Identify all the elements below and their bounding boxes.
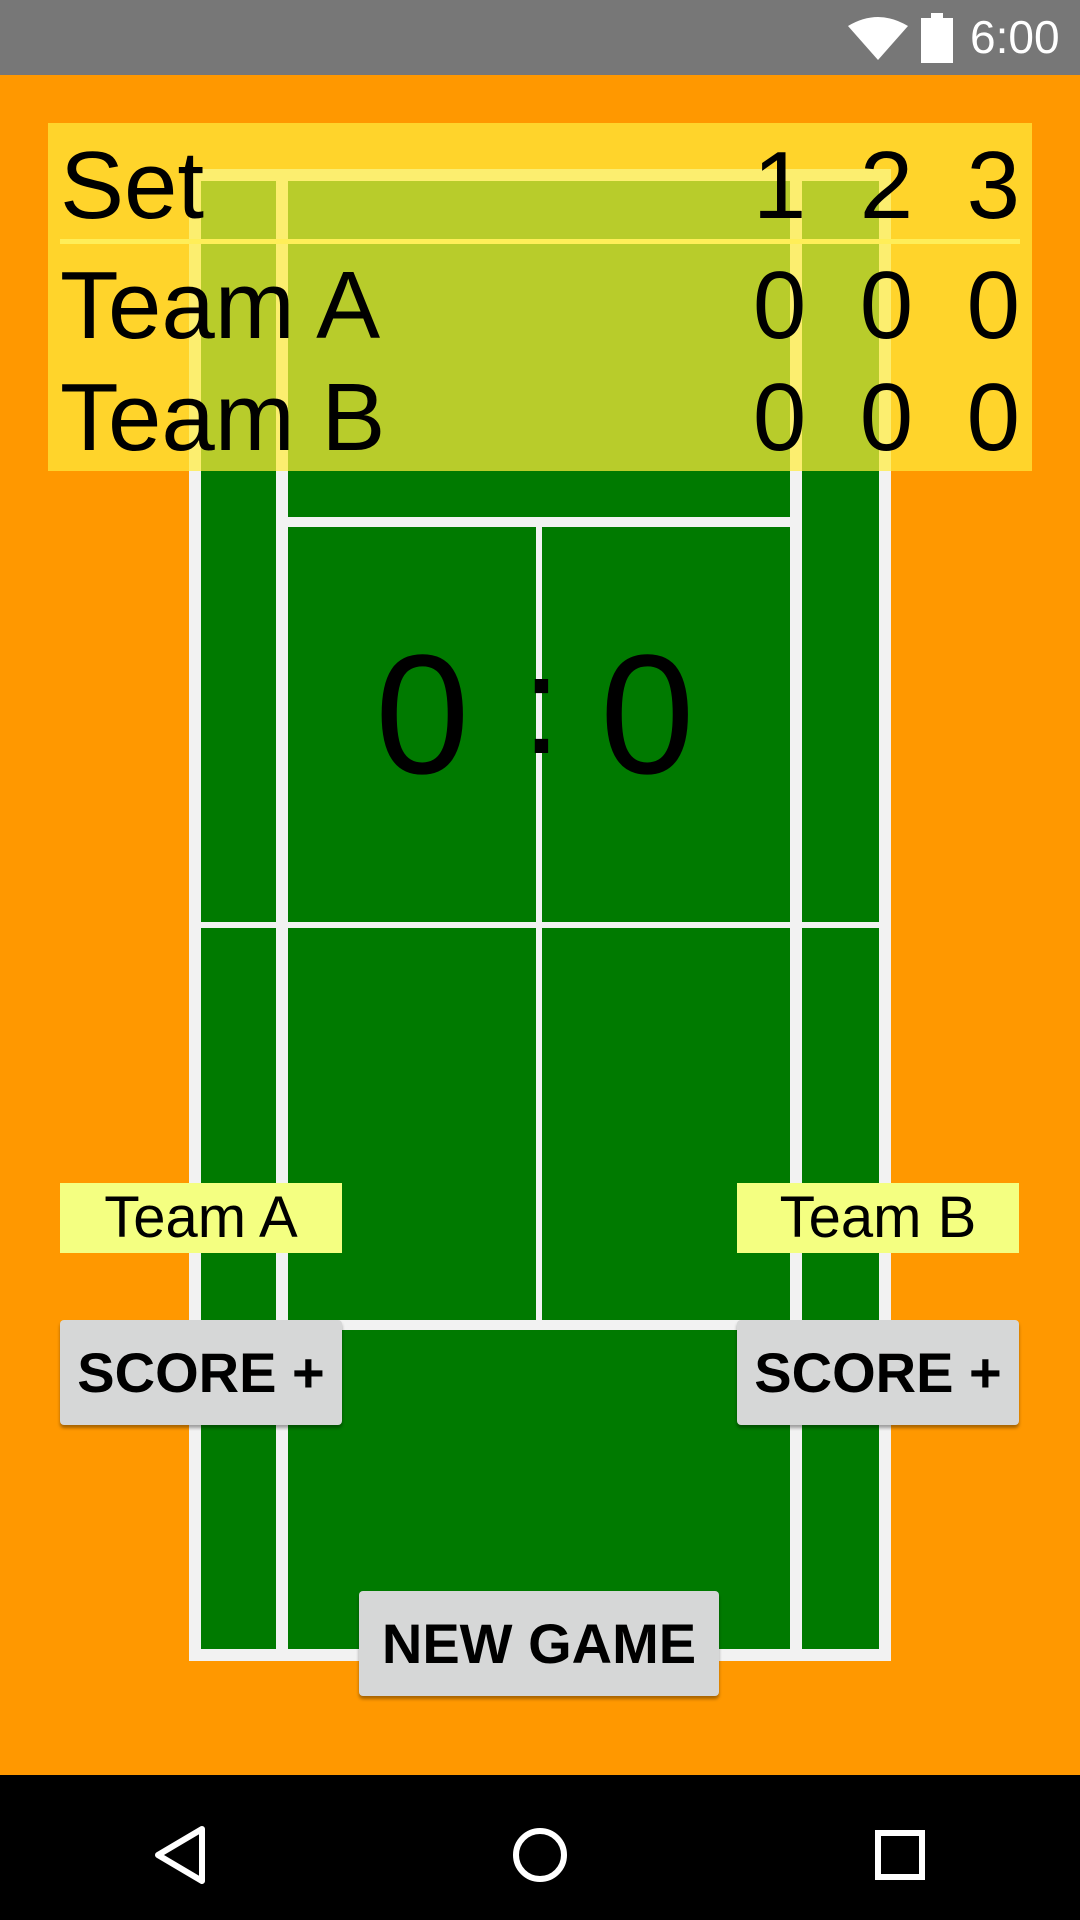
team-a-label: Team A: [60, 1183, 342, 1253]
team-a-set-2: 0: [859, 252, 914, 359]
team-b-label: Team B: [737, 1183, 1019, 1253]
scoreboard-row-team-a: Team A 0 0 0: [60, 251, 1020, 361]
game-score: 0 : 0: [360, 620, 720, 810]
team-b-set-3: 0: [966, 364, 1020, 471]
app-content: Set 1 2 3 Team A 0 0 0 Team B 0 0 0 0: …: [0, 75, 1080, 1775]
team-b-set-2: 0: [859, 364, 914, 471]
team-a-score-button[interactable]: SCORE +: [60, 1320, 342, 1425]
navigation-bar: [0, 1775, 1080, 1920]
set-number-1: 1: [752, 132, 807, 239]
team-b-set-1: 0: [752, 364, 807, 471]
set-numbers: 1 2 3: [731, 131, 1020, 241]
set-number-2: 2: [859, 132, 914, 239]
team-a-set-3: 0: [966, 252, 1020, 359]
scoreboard-header: Set 1 2 3: [60, 131, 1020, 241]
team-b-sets: 0 0 0: [731, 363, 1020, 473]
clock: 6:00: [970, 11, 1060, 63]
home-icon[interactable]: [500, 1815, 580, 1895]
status-bar: 6:00: [0, 0, 1080, 75]
team-a-name: Team A: [60, 252, 381, 359]
recents-icon[interactable]: [860, 1815, 940, 1895]
game-score-separator: :: [522, 626, 561, 783]
new-game-button[interactable]: NEW GAME: [359, 1591, 719, 1696]
team-b-name: Team B: [60, 364, 386, 471]
team-b-score-button[interactable]: SCORE +: [737, 1320, 1019, 1425]
game-score-team-b: 0: [600, 620, 695, 810]
set-scoreboard: Set 1 2 3 Team A 0 0 0 Team B 0 0 0: [48, 123, 1032, 471]
scoreboard-divider: [60, 239, 1020, 244]
team-a-sets: 0 0 0: [731, 251, 1020, 361]
back-icon[interactable]: [140, 1815, 220, 1895]
set-number-3: 3: [966, 132, 1020, 239]
scoreboard-row-team-b: Team B 0 0 0: [60, 363, 1020, 473]
team-a-set-1: 0: [752, 252, 807, 359]
wifi-icon: [848, 17, 908, 60]
set-label: Set: [60, 132, 205, 239]
battery-icon: [921, 13, 953, 63]
game-score-team-a: 0: [375, 620, 470, 810]
